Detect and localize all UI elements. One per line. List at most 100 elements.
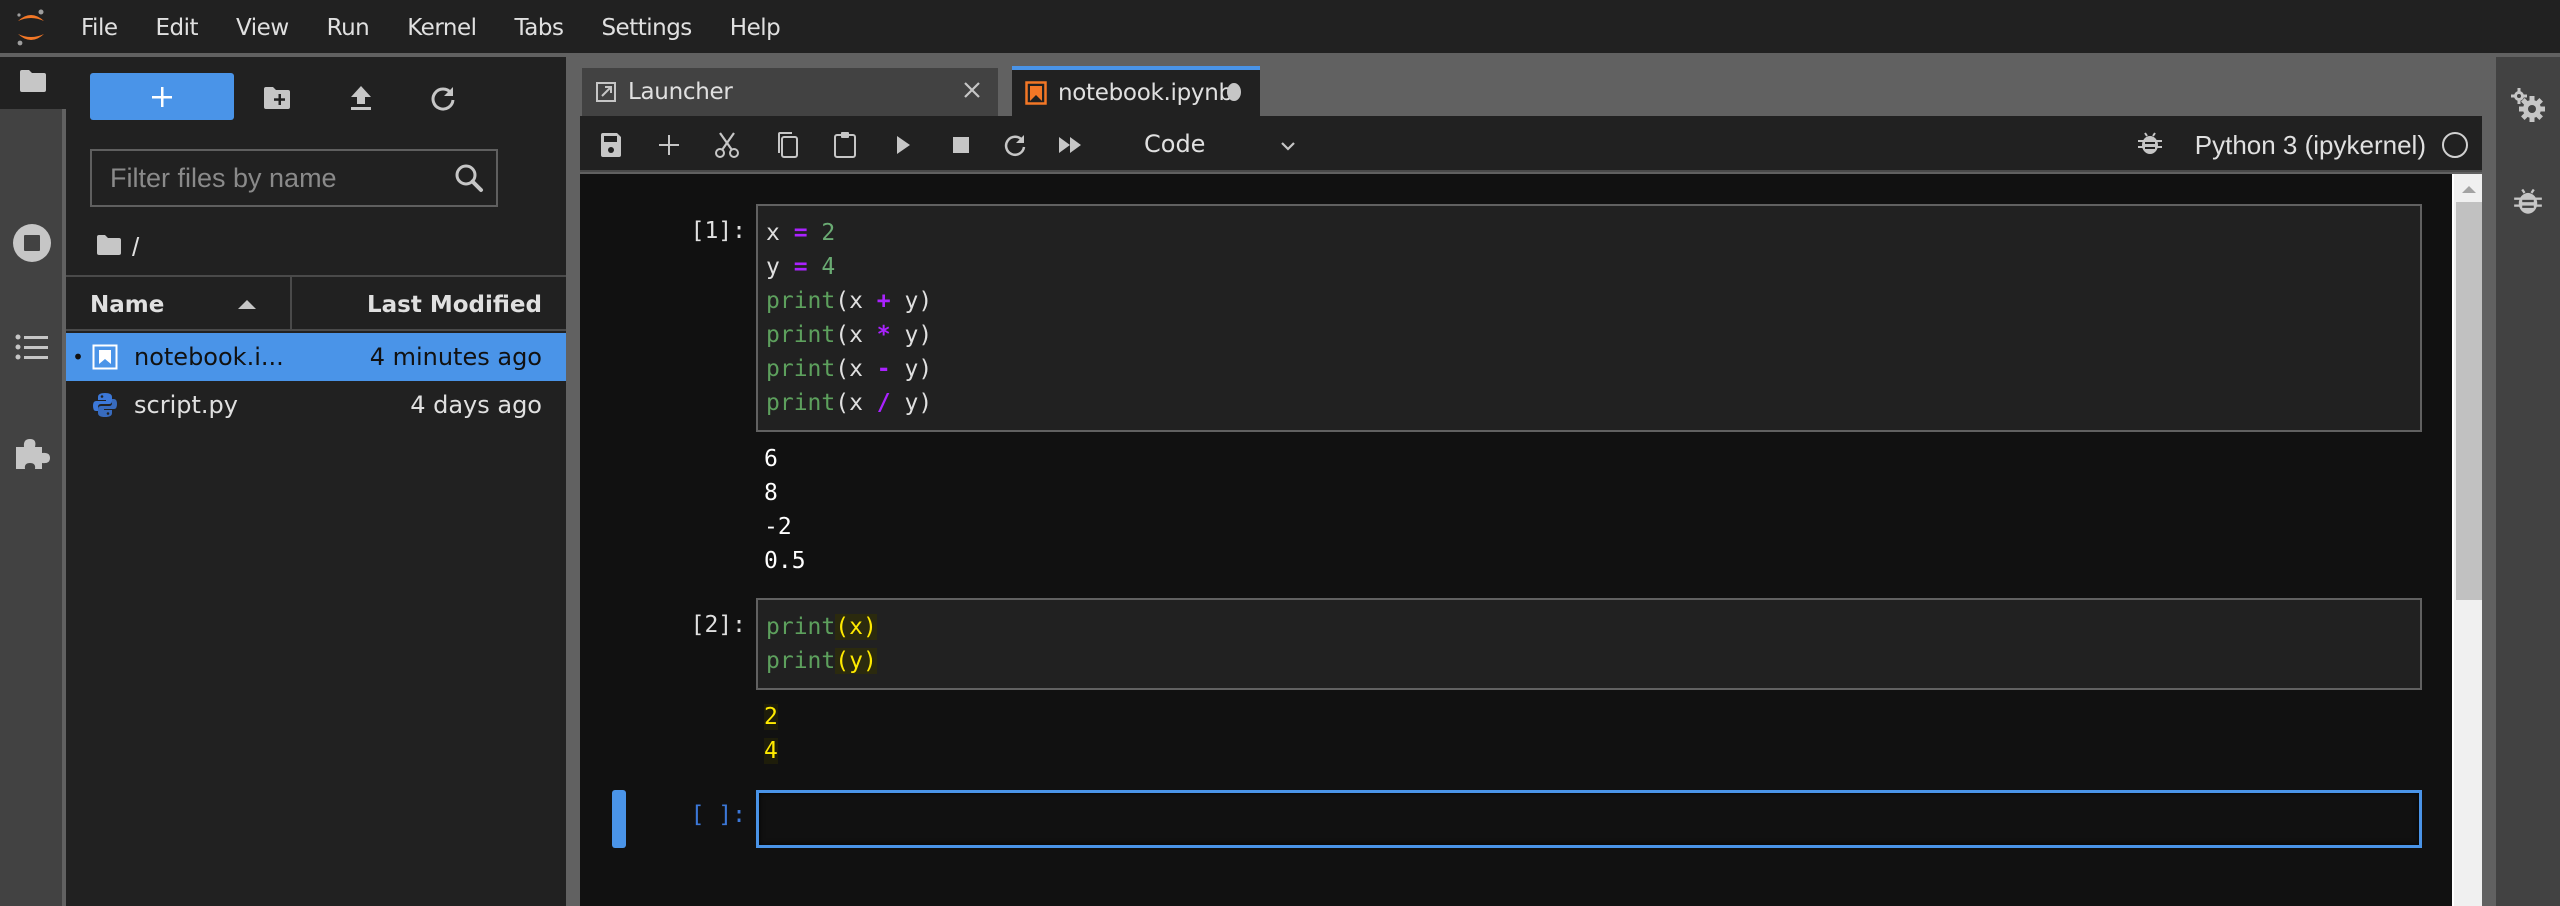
fast-forward-icon: [1059, 137, 1081, 153]
file-row-script[interactable]: script.py 4 days ago: [66, 381, 566, 429]
python-icon: [90, 390, 120, 420]
file-row-notebook[interactable]: • notebook.i... 4 minutes ago: [66, 333, 566, 381]
execution-count: [1]:: [690, 218, 746, 244]
cell-type-select[interactable]: Code: [1142, 124, 1308, 164]
cut-button[interactable]: [710, 128, 744, 162]
tab-notebook[interactable]: notebook.ipynb: [1012, 66, 1260, 116]
bug-icon: [2514, 188, 2542, 214]
notebook-panel: [1]: x = 2 y = 4 print(x + y) print(x * …: [580, 174, 2452, 906]
run-icon: [897, 136, 910, 154]
document-tab-bar: Launcher notebook.ipynb: [580, 66, 2480, 116]
run-cell-button[interactable]: [886, 128, 920, 162]
menu-edit[interactable]: Edit: [137, 0, 218, 54]
launcher-icon: [594, 80, 618, 104]
stop-circle-icon: [12, 223, 52, 268]
menu-run[interactable]: Run: [308, 0, 389, 54]
jupyter-logo-icon: [0, 0, 62, 54]
sidebar-tab-file-browser[interactable]: [0, 57, 66, 109]
sidebar-tab-toc[interactable]: [0, 319, 64, 379]
filter-files-input[interactable]: [92, 162, 442, 194]
scroll-up-arrow-icon[interactable]: [2462, 186, 2476, 193]
bug-icon: [2138, 132, 2162, 154]
sidebar-tab-extensions[interactable]: [0, 425, 64, 485]
notebook-scrollbar[interactable]: [2452, 174, 2484, 906]
code-line: print(x + y): [766, 288, 933, 314]
code-line: print(x / y): [766, 390, 933, 416]
chevron-down-icon: [1278, 134, 1298, 162]
stop-icon: [953, 137, 969, 153]
insert-cell-button[interactable]: [652, 128, 686, 162]
code-line: print(x - y): [766, 356, 933, 382]
puzzle-icon: [14, 435, 50, 476]
sort-ascending-icon: [238, 300, 256, 309]
menu-tabs[interactable]: Tabs: [496, 0, 583, 54]
file-modified: 4 days ago: [410, 391, 542, 419]
menu-settings[interactable]: Settings: [582, 0, 710, 54]
menu-kernel[interactable]: Kernel: [388, 0, 495, 54]
output-line: 8: [764, 480, 778, 506]
folder-icon: [18, 69, 48, 98]
copy-button[interactable]: [770, 128, 804, 162]
code-line: x = 2: [766, 220, 836, 246]
list-icon: [15, 333, 49, 366]
cell-output: 2 4: [764, 700, 778, 768]
close-icon[interactable]: [960, 78, 984, 102]
kernel-idle-status-icon: [2442, 132, 2468, 158]
restart-icon: [1004, 135, 1026, 156]
home-folder-icon[interactable]: [96, 232, 122, 263]
sidebar-tab-property-inspector[interactable]: [2496, 75, 2560, 135]
paste-button[interactable]: [828, 128, 862, 162]
notebook-icon: [1024, 81, 1048, 105]
cell-editor[interactable]: print(x) print(y): [756, 598, 2422, 690]
output-line: 0.5: [764, 548, 806, 574]
running-indicator: •: [72, 345, 84, 369]
code-line: print(x * y): [766, 322, 933, 348]
copy-icon: [778, 132, 798, 158]
menu-file[interactable]: File: [62, 0, 137, 54]
gears-icon: [2511, 88, 2545, 122]
new-folder-button[interactable]: [260, 81, 294, 115]
output-line: 2: [764, 704, 778, 730]
right-sidebar-tabs: [2496, 57, 2560, 906]
debugger-toggle[interactable]: [2138, 130, 2162, 161]
sidebar-tab-debugger[interactable]: [2496, 171, 2560, 231]
notebook-icon: [90, 342, 120, 372]
left-sidebar-tabs: [0, 57, 66, 906]
interrupt-kernel-button[interactable]: [944, 128, 978, 162]
save-icon: [601, 133, 621, 157]
plus-icon: [152, 86, 172, 107]
menu-view[interactable]: View: [217, 0, 308, 54]
file-browser-toolbar: [66, 71, 566, 121]
cell-editor[interactable]: [756, 790, 2422, 848]
cell-editor[interactable]: x = 2 y = 4 print(x + y) print(x * y) pr…: [756, 204, 2422, 432]
sidebar-tab-running[interactable]: [0, 215, 64, 275]
breadcrumb-root[interactable]: /: [132, 232, 139, 263]
output-line: -2: [764, 514, 792, 540]
refresh-button[interactable]: [426, 81, 460, 115]
scrollbar-thumb[interactable]: [2456, 202, 2484, 600]
save-button[interactable]: [594, 128, 628, 162]
output-line: 4: [764, 738, 778, 764]
file-browser-panel: / Name Last Modified • notebook.i... 4 m…: [66, 57, 566, 906]
unsaved-changes-dot-icon[interactable]: [1222, 80, 1246, 104]
new-launcher-button[interactable]: [90, 73, 234, 120]
menu-bar: File Edit View Run Kernel Tabs Settings …: [0, 0, 2560, 55]
menu-help[interactable]: Help: [711, 0, 799, 54]
refresh-icon: [431, 87, 455, 111]
restart-run-all-button[interactable]: [1054, 128, 1088, 162]
execution-count: [2]:: [690, 612, 746, 638]
notebook-toolbar: Code Python 3 (ipykernel): [580, 116, 2482, 172]
file-filter: [90, 149, 498, 207]
file-name: script.py: [134, 391, 238, 419]
file-modified: 4 minutes ago: [369, 343, 542, 371]
upload-button[interactable]: [344, 81, 378, 115]
restart-kernel-button[interactable]: [998, 128, 1032, 162]
sidebar-resize-handle[interactable]: [566, 57, 580, 906]
tab-launcher[interactable]: Launcher: [582, 68, 998, 116]
column-header-last-modified[interactable]: Last Modified: [292, 277, 566, 329]
kernel-name[interactable]: Python 3 (ipykernel): [2195, 116, 2426, 172]
file-list-header: Name Last Modified: [66, 275, 566, 331]
search-icon: [454, 163, 484, 198]
column-header-name[interactable]: Name: [66, 277, 292, 329]
code-line: print(y): [766, 648, 877, 674]
